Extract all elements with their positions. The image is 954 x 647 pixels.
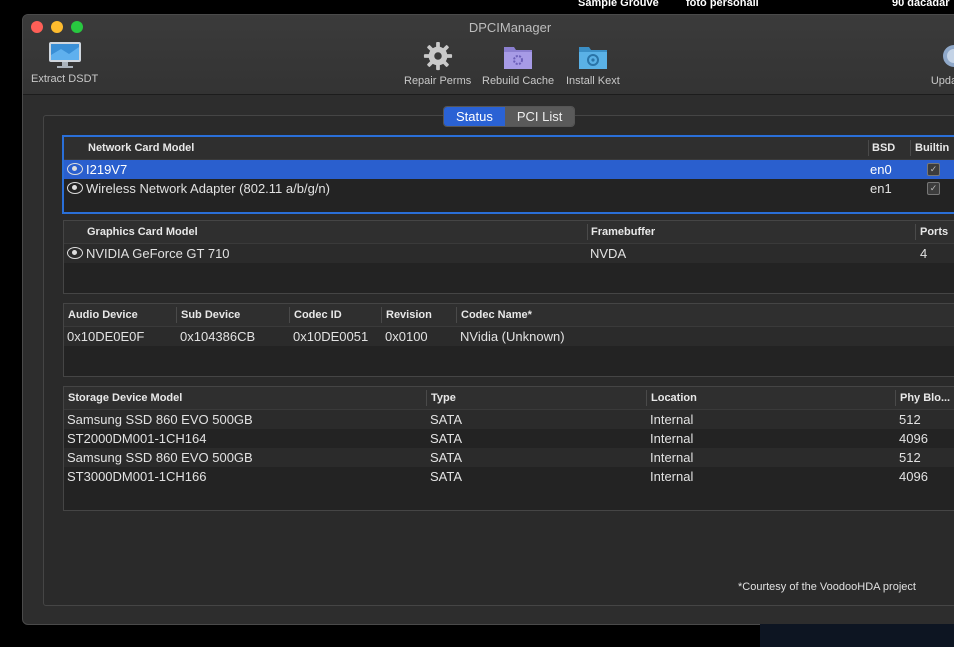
install-kext-label: Install Kext (566, 75, 620, 87)
rebuild-cache-button[interactable]: Rebuild Cache (482, 41, 554, 87)
gear-icon (423, 41, 452, 71)
network-bsd: en1 (870, 181, 892, 196)
repair-perms-label: Repair Perms (404, 75, 472, 87)
storage-type: SATA (430, 431, 463, 446)
storage-model: ST2000DM001-1CH164 (67, 431, 207, 446)
folder-install-icon (578, 47, 607, 69)
audio-revision: 0x0100 (385, 329, 428, 344)
table-row[interactable]: NVIDIA GeForce GT 710 NVDA 4 (64, 244, 954, 263)
builtin-checkbox[interactable]: ✓ (927, 163, 940, 176)
storage-location: Internal (650, 469, 694, 484)
col-sub-device[interactable]: Sub Device (181, 309, 240, 321)
voodoohda-footnote: *Courtesy of the VoodooHDA project (738, 581, 916, 593)
globe-icon (943, 45, 954, 67)
storage-header: Storage Device Model Type Location Phy B… (64, 387, 954, 410)
col-storage-model[interactable]: Storage Device Model (68, 392, 182, 404)
storage-phy-block: 512 (899, 450, 921, 465)
eye-icon[interactable] (67, 163, 83, 175)
network-model: Wireless Network Adapter (802.11 a/b/g/n… (86, 181, 330, 196)
col-codec-name[interactable]: Codec Name* (461, 309, 532, 321)
extract-dsdt-label: Extract DSDT (31, 73, 99, 85)
audio-device: 0x10DE0E0F (67, 329, 145, 344)
col-phy-block[interactable]: Phy Blo... (900, 392, 950, 404)
folder-gear-icon (504, 47, 533, 69)
storage-location: Internal (650, 412, 694, 427)
storage-model: ST3000DM001-1CH166 (67, 469, 207, 484)
col-bsd[interactable]: BSD (872, 142, 895, 154)
col-type[interactable]: Type (431, 392, 456, 404)
col-builtin[interactable]: Builtin (915, 142, 949, 154)
audio-header: Audio Device Sub Device Codec ID Revisio… (64, 304, 954, 327)
storage-type: SATA (430, 450, 463, 465)
tab-control: Status PCI List (443, 106, 576, 127)
update-button[interactable]: Upda (929, 41, 954, 87)
monitor-icon (48, 42, 81, 68)
install-kext-button[interactable]: Install Kext (566, 41, 620, 87)
eye-icon[interactable] (67, 182, 83, 194)
graphics-ports: 4 (920, 246, 928, 261)
repair-perms-button[interactable]: Repair Perms (404, 41, 471, 87)
desktop-label-foto[interactable]: foto personali (686, 0, 759, 9)
network-table[interactable]: Network Card Model BSD Builtin I219V7 en… (62, 135, 954, 214)
window-title: DPCIManager (468, 20, 552, 35)
audio-codec-id: 0x10DE0051 (293, 329, 369, 344)
audio-sub-device: 0x104386CB (180, 329, 256, 344)
eye-icon[interactable] (67, 247, 83, 259)
col-revision[interactable]: Revision (386, 309, 432, 321)
background-window-edge (760, 624, 954, 647)
network-bsd: en0 (870, 162, 892, 177)
storage-table[interactable]: Storage Device Model Type Location Phy B… (63, 386, 954, 511)
tab-status[interactable]: Status (444, 107, 505, 126)
col-audio-device[interactable]: Audio Device (68, 309, 138, 321)
storage-location: Internal (650, 431, 694, 446)
col-location[interactable]: Location (651, 392, 697, 404)
col-graphics-model[interactable]: Graphics Card Model (87, 226, 198, 238)
table-row[interactable]: ST2000DM001-1CH164 SATA Internal 4096 (64, 429, 954, 448)
network-header: Network Card Model BSD Builtin (64, 137, 954, 160)
desktop-label-dacadar[interactable]: 90 dacadar (892, 0, 949, 9)
graphics-model: NVIDIA GeForce GT 710 (86, 246, 230, 261)
col-network-model[interactable]: Network Card Model (88, 142, 194, 154)
table-row[interactable]: Wireless Network Adapter (802.11 a/b/g/n… (64, 179, 954, 198)
builtin-checkbox[interactable]: ✓ (927, 182, 940, 195)
col-framebuffer[interactable]: Framebuffer (591, 226, 655, 238)
storage-type: SATA (430, 469, 463, 484)
desktop-label-sample[interactable]: Sample Grouve (578, 0, 659, 9)
graphics-table[interactable]: Graphics Card Model Framebuffer Ports NV… (63, 220, 954, 294)
col-codec-id[interactable]: Codec ID (294, 309, 342, 321)
storage-type: SATA (430, 412, 463, 427)
storage-model: Samsung SSD 860 EVO 500GB (67, 412, 253, 427)
storage-phy-block: 4096 (899, 469, 928, 484)
storage-model: Samsung SSD 860 EVO 500GB (67, 450, 253, 465)
table-row[interactable]: I219V7 en0 ✓ (64, 160, 954, 179)
audio-table[interactable]: Audio Device Sub Device Codec ID Revisio… (63, 303, 954, 377)
table-row[interactable]: ST3000DM001-1CH166 SATA Internal 4096 (64, 467, 954, 486)
table-row[interactable]: Samsung SSD 860 EVO 500GB SATA Internal … (64, 410, 954, 429)
graphics-header: Graphics Card Model Framebuffer Ports (64, 221, 954, 244)
table-row[interactable]: 0x10DE0E0F 0x104386CB 0x10DE0051 0x0100 … (64, 327, 954, 346)
update-label: Upda (930, 75, 954, 87)
col-ports[interactable]: Ports (920, 226, 948, 238)
audio-codec-name: NVidia (Unknown) (460, 329, 565, 344)
storage-phy-block: 512 (899, 412, 921, 427)
rebuild-cache-label: Rebuild Cache (482, 75, 555, 87)
network-model: I219V7 (86, 162, 128, 177)
storage-location: Internal (650, 450, 694, 465)
toolbar: DPCIManager Extract DSDT Repair Perms Re… (23, 15, 954, 95)
extract-dsdt-button[interactable]: Extract DSDT (31, 41, 98, 85)
storage-phy-block: 4096 (899, 431, 928, 446)
graphics-framebuffer: NVDA (590, 246, 627, 261)
tab-pci-list[interactable]: PCI List (504, 107, 575, 126)
table-row[interactable]: Samsung SSD 860 EVO 500GB SATA Internal … (64, 448, 954, 467)
